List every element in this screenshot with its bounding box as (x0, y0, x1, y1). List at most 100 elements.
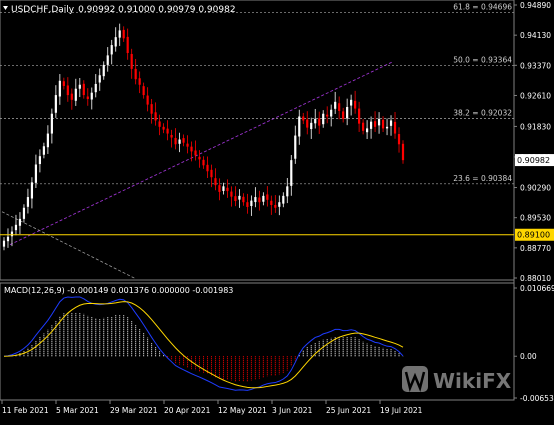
candle-body (98, 75, 101, 83)
fib-level-label: 50.0 = 0.93364 (453, 56, 512, 65)
hline-price-tag: 0.89100 (515, 228, 554, 241)
candle-body (218, 185, 221, 192)
candle-body (30, 182, 34, 199)
candle-body (38, 156, 42, 165)
candle-body (358, 108, 361, 124)
candle-body (46, 133, 49, 148)
macd-axis-ticks: 0.010669 0.00 -0.006531 (514, 284, 554, 403)
candle-body (186, 143, 189, 147)
svg-text:0.90982: 0.90982 (517, 156, 550, 165)
price-tick-label: 0.94890 (520, 1, 551, 10)
chart-window[interactable]: 61.8 = 0.94696 50.0 = 0.93364 38.2 = 0.920… (0, 0, 554, 421)
candle-body (302, 116, 305, 121)
candle-body (34, 164, 38, 183)
candle-body (294, 135, 297, 159)
candle-body (230, 191, 233, 197)
candle-body (206, 164, 209, 172)
candle-body (385, 126, 389, 129)
candle-body (381, 119, 385, 129)
candle-body (2, 240, 6, 247)
time-tick-label: 11 Feb 2021 (2, 406, 49, 415)
candle-body (318, 118, 321, 126)
price-tick-label: 0.91830 (520, 122, 551, 131)
candle-body (150, 104, 153, 114)
candle-body (258, 197, 261, 203)
candle-body (22, 207, 26, 219)
macd-tick-label: 0.010669 (520, 284, 554, 293)
candle-body (6, 236, 10, 242)
candle-body (18, 218, 22, 226)
svg-text:0.89100: 0.89100 (517, 231, 550, 240)
candle-body (26, 197, 30, 207)
candle-body (254, 197, 257, 203)
candle-body (346, 106, 349, 119)
candle-body (354, 100, 357, 109)
candle-body (58, 80, 61, 97)
price-tick-label: 0.90290 (520, 184, 551, 193)
watermark-text: WikiFX (433, 369, 512, 393)
candle-body (274, 204, 277, 208)
candle-body (377, 118, 381, 126)
time-axis: 11 Feb 2021 5 Mar 2021 29 Mar 2021 20 Apr 2… (1, 400, 423, 415)
candle-body (338, 103, 341, 111)
candle-body (306, 119, 309, 128)
candle-body (310, 122, 313, 130)
candle-body (246, 202, 249, 207)
candle-body (10, 231, 14, 237)
candle-body (90, 92, 93, 100)
fib-level-label: 38.2 = 0.92032 (453, 108, 512, 117)
time-tick-label: 25 Jun 2021 (326, 406, 371, 415)
candle-body (170, 134, 173, 138)
candle-body (362, 122, 365, 131)
candle-body (242, 196, 245, 203)
candle-body (262, 195, 265, 202)
candle-body (266, 194, 269, 200)
candle-body (238, 195, 241, 200)
candle-body (142, 86, 145, 96)
current-price-tag: 0.90982 (515, 154, 554, 167)
candle-body (70, 93, 73, 100)
macd-tick-label: 0.00 (520, 352, 537, 361)
price-tick-label: 0.89530 (520, 214, 551, 223)
candle-body (222, 186, 225, 191)
candle-body (342, 111, 345, 119)
price-panel-frame (0, 0, 515, 281)
candle-body (158, 121, 161, 127)
candle-body (214, 178, 217, 186)
candle-body (94, 83, 97, 93)
candle-body (286, 186, 289, 197)
candle-body (86, 96, 89, 100)
candle-body (250, 200, 253, 207)
price-tick-label: 0.88770 (520, 244, 551, 253)
candle-body (82, 83, 85, 96)
candle-body (42, 146, 45, 155)
candle-body (122, 29, 125, 39)
price-tick-label: 0.88010 (520, 274, 551, 283)
time-tick-label: 20 Apr 2021 (164, 406, 211, 415)
candle-body (102, 64, 105, 77)
price-tick-label: 0.92610 (520, 91, 551, 100)
candle-body (146, 95, 149, 105)
candle-body (62, 81, 65, 86)
time-tick-label: 29 Mar 2021 (110, 406, 158, 415)
fib-level-label: 61.8 = 0.94696 (453, 3, 512, 12)
candle-body (365, 128, 369, 133)
candle-body (326, 114, 329, 117)
chart-canvas[interactable]: 61.8 = 0.94696 50.0 = 0.93364 38.2 = 0.920… (0, 0, 554, 421)
candle-body (134, 68, 137, 80)
candle-body (226, 187, 229, 192)
chart-title: USDCHF,Daily 0.90992 0.91000 0.90979 0.90… (11, 5, 236, 15)
candle-body (118, 30, 121, 38)
candle-body (106, 55, 109, 65)
candle-body (126, 36, 129, 54)
fib-level-label: 23.6 = 0.90384 (453, 174, 512, 183)
candle-body (270, 200, 273, 205)
candle-body (114, 37, 117, 47)
candle-body (74, 88, 77, 101)
time-tick-label: 3 Jun 2021 (272, 406, 313, 415)
candle-body (174, 138, 177, 145)
macd-tick-label: -0.006531 (520, 394, 554, 403)
candle-body (166, 128, 169, 134)
candle-body (369, 121, 373, 129)
candle-body (162, 126, 165, 130)
